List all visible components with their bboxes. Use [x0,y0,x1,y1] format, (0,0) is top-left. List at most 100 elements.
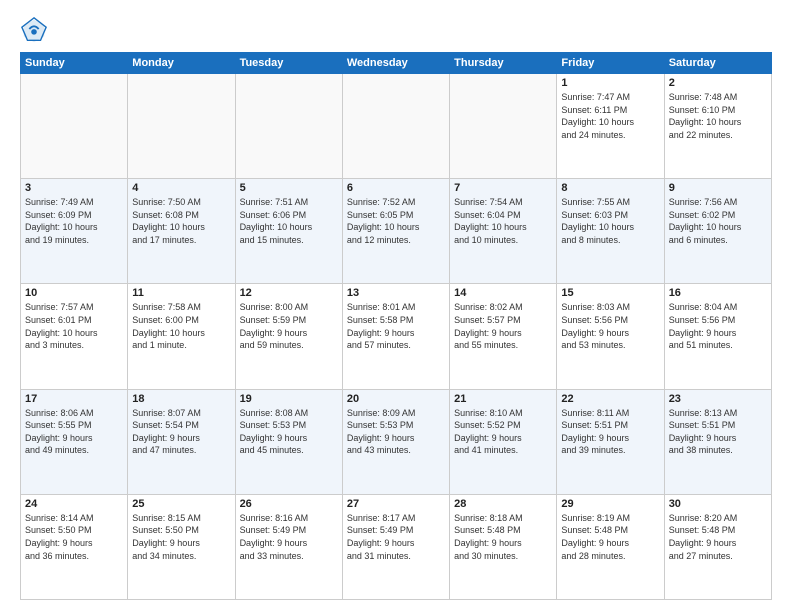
calendar-cell: 21 Sunrise: 8:10 AM Sunset: 5:52 PM Dayli… [450,389,557,494]
calendar-cell: 7 Sunrise: 7:54 AM Sunset: 6:04 PM Daylig… [450,179,557,284]
calendar-cell [21,74,128,179]
calendar-header-row: SundayMondayTuesdayWednesdayThursdayFrid… [21,53,772,74]
day-info: Sunrise: 8:04 AM Sunset: 5:56 PM Dayligh… [669,301,767,351]
header [20,16,772,44]
day-number: 17 [25,393,123,405]
calendar-cell [128,74,235,179]
day-number: 26 [240,498,338,510]
calendar-cell: 4 Sunrise: 7:50 AM Sunset: 6:08 PM Daylig… [128,179,235,284]
day-number: 16 [669,287,767,299]
day-info: Sunrise: 8:17 AM Sunset: 5:49 PM Dayligh… [347,512,445,562]
calendar-week-2: 3 Sunrise: 7:49 AM Sunset: 6:09 PM Daylig… [21,179,772,284]
calendar-cell [342,74,449,179]
day-number: 4 [132,182,230,194]
logo-icon [20,16,48,44]
day-info: Sunrise: 8:01 AM Sunset: 5:58 PM Dayligh… [347,301,445,351]
calendar-cell: 23 Sunrise: 8:13 AM Sunset: 5:51 PM Dayli… [664,389,771,494]
day-number: 15 [561,287,659,299]
day-info: Sunrise: 8:07 AM Sunset: 5:54 PM Dayligh… [132,407,230,457]
day-number: 8 [561,182,659,194]
day-number: 18 [132,393,230,405]
calendar-cell [235,74,342,179]
calendar-cell: 16 Sunrise: 8:04 AM Sunset: 5:56 PM Dayli… [664,284,771,389]
day-info: Sunrise: 7:48 AM Sunset: 6:10 PM Dayligh… [669,91,767,141]
day-info: Sunrise: 8:14 AM Sunset: 5:50 PM Dayligh… [25,512,123,562]
calendar-cell: 13 Sunrise: 8:01 AM Sunset: 5:58 PM Dayli… [342,284,449,389]
calendar-cell: 24 Sunrise: 8:14 AM Sunset: 5:50 PM Dayli… [21,494,128,599]
day-info: Sunrise: 8:18 AM Sunset: 5:48 PM Dayligh… [454,512,552,562]
calendar-cell: 6Sunrise: 7:52 AM Sunset: 6:05 PM Daylig… [342,179,449,284]
day-number: 19 [240,393,338,405]
calendar-week-1: 1Sunrise: 7:47 AM Sunset: 6:11 PM Daylig… [21,74,772,179]
calendar-cell: 18 Sunrise: 8:07 AM Sunset: 5:54 PM Dayli… [128,389,235,494]
calendar-cell: 14 Sunrise: 8:02 AM Sunset: 5:57 PM Dayli… [450,284,557,389]
calendar-cell: 10Sunrise: 7:57 AM Sunset: 6:01 PM Dayli… [21,284,128,389]
day-number: 13 [347,287,445,299]
day-info: Sunrise: 7:51 AM Sunset: 6:06 PM Dayligh… [240,196,338,246]
day-info: Sunrise: 8:16 AM Sunset: 5:49 PM Dayligh… [240,512,338,562]
calendar-header-sunday: Sunday [21,53,128,74]
day-number: 11 [132,287,230,299]
calendar-cell: 8 Sunrise: 7:55 AM Sunset: 6:03 PM Daylig… [557,179,664,284]
day-number: 5 [240,182,338,194]
calendar-week-3: 10Sunrise: 7:57 AM Sunset: 6:01 PM Dayli… [21,284,772,389]
day-number: 24 [25,498,123,510]
day-number: 28 [454,498,552,510]
day-number: 27 [347,498,445,510]
calendar-cell: 25Sunrise: 8:15 AM Sunset: 5:50 PM Dayli… [128,494,235,599]
calendar-cell: 1Sunrise: 7:47 AM Sunset: 6:11 PM Daylig… [557,74,664,179]
calendar-cell: 20 Sunrise: 8:09 AM Sunset: 5:53 PM Dayli… [342,389,449,494]
day-info: Sunrise: 8:10 AM Sunset: 5:52 PM Dayligh… [454,407,552,457]
day-number: 20 [347,393,445,405]
day-info: Sunrise: 8:00 AM Sunset: 5:59 PM Dayligh… [240,301,338,351]
day-info: Sunrise: 8:02 AM Sunset: 5:57 PM Dayligh… [454,301,552,351]
calendar-cell: 27 Sunrise: 8:17 AM Sunset: 5:49 PM Dayli… [342,494,449,599]
day-number: 14 [454,287,552,299]
day-info: Sunrise: 8:11 AM Sunset: 5:51 PM Dayligh… [561,407,659,457]
day-info: Sunrise: 7:57 AM Sunset: 6:01 PM Dayligh… [25,301,123,351]
calendar-cell: 26 Sunrise: 8:16 AM Sunset: 5:49 PM Dayli… [235,494,342,599]
day-info: Sunrise: 8:15 AM Sunset: 5:50 PM Dayligh… [132,512,230,562]
day-number: 21 [454,393,552,405]
day-info: Sunrise: 8:13 AM Sunset: 5:51 PM Dayligh… [669,407,767,457]
calendar-cell: 30 Sunrise: 8:20 AM Sunset: 5:48 PM Dayli… [664,494,771,599]
day-info: Sunrise: 7:50 AM Sunset: 6:08 PM Dayligh… [132,196,230,246]
day-info: Sunrise: 8:09 AM Sunset: 5:53 PM Dayligh… [347,407,445,457]
day-info: Sunrise: 8:08 AM Sunset: 5:53 PM Dayligh… [240,407,338,457]
day-number: 7 [454,182,552,194]
day-number: 30 [669,498,767,510]
day-number: 12 [240,287,338,299]
calendar-cell: 2Sunrise: 7:48 AM Sunset: 6:10 PM Daylig… [664,74,771,179]
calendar-table: SundayMondayTuesdayWednesdayThursdayFrid… [20,52,772,600]
day-info: Sunrise: 8:20 AM Sunset: 5:48 PM Dayligh… [669,512,767,562]
calendar-header-wednesday: Wednesday [342,53,449,74]
day-info: Sunrise: 7:49 AM Sunset: 6:09 PM Dayligh… [25,196,123,246]
day-info: Sunrise: 8:19 AM Sunset: 5:48 PM Dayligh… [561,512,659,562]
calendar-week-4: 17 Sunrise: 8:06 AM Sunset: 5:55 PM Dayli… [21,389,772,494]
calendar-cell: 17 Sunrise: 8:06 AM Sunset: 5:55 PM Dayli… [21,389,128,494]
day-number: 3 [25,182,123,194]
day-info: Sunrise: 7:58 AM Sunset: 6:00 PM Dayligh… [132,301,230,351]
calendar-cell: 29 Sunrise: 8:19 AM Sunset: 5:48 PM Dayli… [557,494,664,599]
calendar-cell: 28 Sunrise: 8:18 AM Sunset: 5:48 PM Dayli… [450,494,557,599]
calendar-header-thursday: Thursday [450,53,557,74]
calendar-header-monday: Monday [128,53,235,74]
day-info: Sunrise: 7:56 AM Sunset: 6:02 PM Dayligh… [669,196,767,246]
calendar-header-friday: Friday [557,53,664,74]
day-info: Sunrise: 7:54 AM Sunset: 6:04 PM Dayligh… [454,196,552,246]
day-info: Sunrise: 7:55 AM Sunset: 6:03 PM Dayligh… [561,196,659,246]
calendar-week-5: 24 Sunrise: 8:14 AM Sunset: 5:50 PM Dayli… [21,494,772,599]
calendar-header-saturday: Saturday [664,53,771,74]
page: SundayMondayTuesdayWednesdayThursdayFrid… [0,0,792,612]
calendar-cell: 15Sunrise: 8:03 AM Sunset: 5:56 PM Dayli… [557,284,664,389]
day-number: 22 [561,393,659,405]
day-info: Sunrise: 7:47 AM Sunset: 6:11 PM Dayligh… [561,91,659,141]
day-number: 29 [561,498,659,510]
calendar-cell: 3 Sunrise: 7:49 AM Sunset: 6:09 PM Daylig… [21,179,128,284]
calendar-cell: 11 Sunrise: 7:58 AM Sunset: 6:00 PM Dayli… [128,284,235,389]
day-number: 6 [347,182,445,194]
day-info: Sunrise: 8:06 AM Sunset: 5:55 PM Dayligh… [25,407,123,457]
day-number: 23 [669,393,767,405]
logo [20,16,52,44]
calendar-cell: 22 Sunrise: 8:11 AM Sunset: 5:51 PM Dayli… [557,389,664,494]
